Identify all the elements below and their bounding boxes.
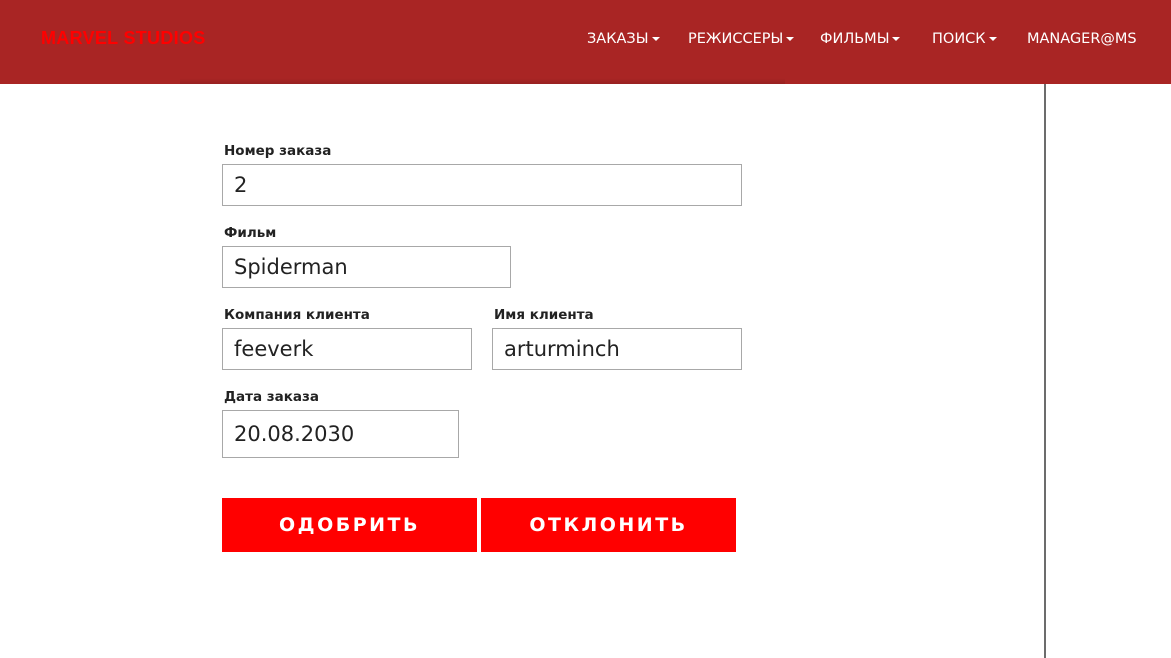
vertical-divider: [1044, 84, 1046, 658]
order-number-label: Номер заказа: [224, 143, 332, 159]
nav-films-label: ФИЛЬМЫ: [820, 31, 890, 47]
caret-down-icon: [786, 37, 795, 41]
nav-user-account[interactable]: MANAGER@MS: [1027, 29, 1137, 49]
brand-logo[interactable]: MARVEL STUDIOS: [41, 27, 206, 49]
client-company-input[interactable]: [222, 328, 472, 370]
film-label: Фильм: [224, 225, 277, 241]
order-date-input[interactable]: [222, 410, 459, 458]
nav-user-label: MANAGER@MS: [1027, 31, 1137, 47]
nav-directors[interactable]: РЕЖИССЕРЫ: [688, 29, 795, 49]
nav-orders-label: ЗАКАЗЫ: [587, 31, 649, 47]
caret-down-icon: [651, 37, 660, 41]
order-date-label: Дата заказа: [224, 389, 319, 405]
navbar: MARVEL STUDIOS ЗАКАЗЫ РЕЖИССЕРЫ ФИЛЬМЫ П…: [0, 0, 1171, 84]
reject-button[interactable]: ОТКЛОНИТЬ: [481, 498, 736, 552]
caret-down-icon: [892, 37, 901, 41]
client-company-label: Компания клиента: [224, 307, 370, 323]
navbar-shadow: [180, 78, 785, 84]
nav-directors-label: РЕЖИССЕРЫ: [688, 31, 784, 47]
client-name-input[interactable]: [492, 328, 742, 370]
nav-search[interactable]: ПОИСК: [932, 29, 997, 49]
order-number-input[interactable]: [222, 164, 742, 206]
client-name-label: Имя клиента: [494, 307, 594, 323]
approve-button[interactable]: ОДОБРИТЬ: [222, 498, 477, 552]
film-input[interactable]: [222, 246, 511, 288]
nav-search-label: ПОИСК: [932, 31, 986, 47]
caret-down-icon: [988, 37, 997, 41]
nav-orders[interactable]: ЗАКАЗЫ: [587, 29, 660, 49]
nav-films[interactable]: ФИЛЬМЫ: [820, 29, 901, 49]
